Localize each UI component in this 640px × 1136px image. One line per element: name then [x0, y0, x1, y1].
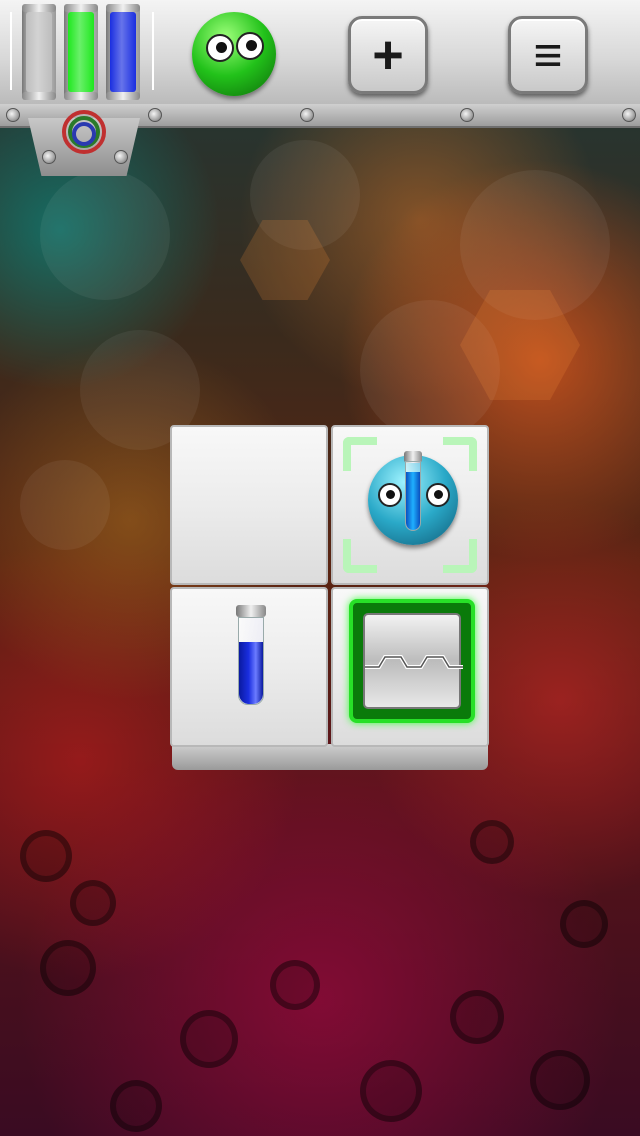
screw-icon	[6, 108, 20, 122]
tile-exit[interactable]	[331, 587, 489, 747]
pupil	[434, 490, 443, 499]
screw-icon	[622, 108, 636, 122]
tile-empty[interactable]	[170, 425, 328, 585]
menu-icon: ≡	[533, 27, 563, 83]
tangled-wires-icon	[72, 122, 96, 146]
meter-cap	[22, 4, 56, 12]
eye-icon	[426, 483, 450, 507]
bg-ring	[40, 940, 96, 996]
meter-green	[64, 4, 98, 100]
meter-liquid	[68, 12, 94, 92]
meter-blue	[106, 4, 140, 100]
menu-button[interactable]: ≡	[508, 16, 588, 94]
meter-cap	[106, 4, 140, 12]
screw-icon	[460, 108, 474, 122]
bg-ring	[110, 1080, 162, 1132]
screw-icon	[300, 108, 314, 122]
add-button[interactable]: +	[348, 16, 428, 94]
blue-blob[interactable]	[368, 451, 458, 545]
bg-bubble	[20, 460, 110, 550]
bg-ring	[180, 1010, 238, 1068]
selection-corner	[343, 539, 377, 573]
vial-liquid	[239, 642, 263, 704]
eye-icon	[236, 32, 264, 60]
pupil	[386, 490, 395, 499]
meter-liquid	[26, 12, 52, 92]
bg-ring	[560, 900, 608, 948]
pupil	[216, 42, 227, 53]
bg-ring	[70, 880, 116, 926]
screw-icon	[148, 108, 162, 122]
vial-cap	[236, 605, 266, 617]
selection-corner	[443, 437, 477, 471]
current-blob-icon[interactable]	[192, 12, 276, 96]
meter-liquid	[110, 12, 136, 92]
tile-vial[interactable]	[170, 587, 328, 747]
plus-icon: +	[372, 25, 404, 85]
bg-bubble	[40, 170, 170, 300]
pupil	[246, 40, 257, 51]
vial-liquid	[406, 472, 420, 530]
meter-cap	[106, 92, 140, 100]
held-vial-icon	[405, 461, 421, 531]
bg-ring	[270, 960, 320, 1010]
meter-gray	[22, 4, 56, 100]
meter-cap	[64, 4, 98, 12]
screw-icon	[114, 150, 128, 164]
eye-icon	[378, 483, 402, 507]
bg-ring	[360, 1060, 422, 1122]
blue-vial-icon[interactable]	[238, 617, 264, 705]
bg-ring	[20, 830, 72, 882]
meter-cap	[22, 92, 56, 100]
game-board	[170, 425, 490, 767]
exit-door[interactable]	[349, 599, 475, 723]
bg-ring	[470, 820, 514, 864]
selection-corner	[343, 437, 377, 471]
screw-icon	[42, 150, 56, 164]
bg-ring	[450, 990, 504, 1044]
meter-cap	[64, 92, 98, 100]
tile-blob-selected[interactable]	[331, 425, 489, 585]
door-panel	[363, 613, 463, 709]
door-seam-icon	[365, 655, 463, 669]
bg-ring	[530, 1050, 590, 1110]
selection-corner	[443, 539, 477, 573]
eye-icon	[206, 34, 234, 62]
